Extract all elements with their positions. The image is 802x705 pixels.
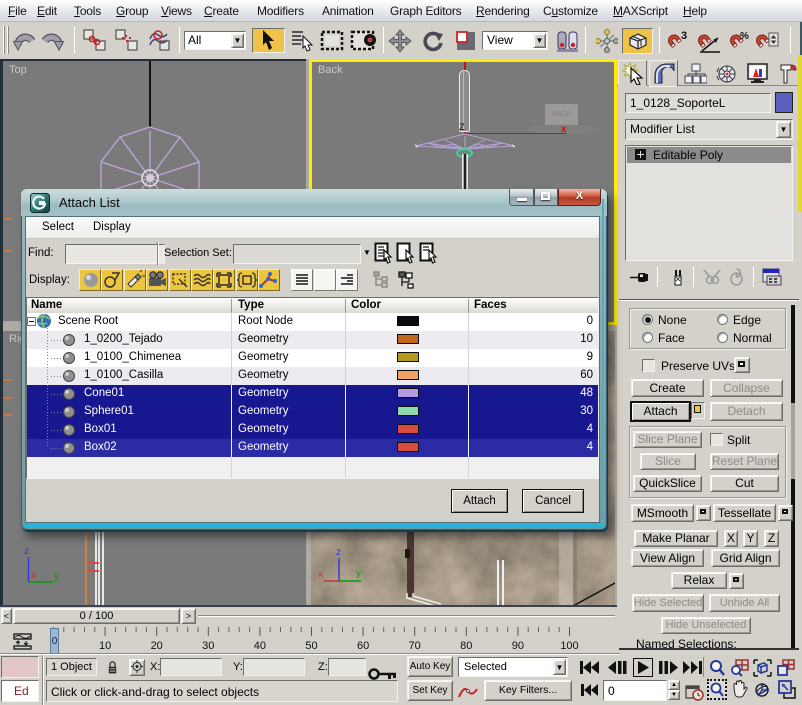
svg-text:60: 60 (357, 640, 369, 652)
svg-text:10: 10 (99, 640, 111, 652)
svg-text:x: x (318, 569, 323, 580)
svg-text:z: z (24, 546, 29, 557)
svg-text:y: y (54, 571, 59, 582)
svg-text:x: x (31, 570, 36, 581)
svg-text:70: 70 (409, 640, 421, 652)
svg-text:z: z (336, 547, 341, 558)
svg-text:y: y (356, 568, 361, 579)
svg-text:3: 3 (681, 30, 687, 42)
svg-text:%: % (740, 31, 749, 42)
svg-text:80: 80 (460, 640, 472, 652)
svg-text:40: 40 (254, 640, 266, 652)
svg-text:100: 100 (560, 640, 578, 652)
svg-text:90: 90 (512, 640, 524, 652)
svg-text:20: 20 (151, 640, 163, 652)
svg-text:50: 50 (305, 640, 317, 652)
svg-text:30: 30 (202, 640, 214, 652)
